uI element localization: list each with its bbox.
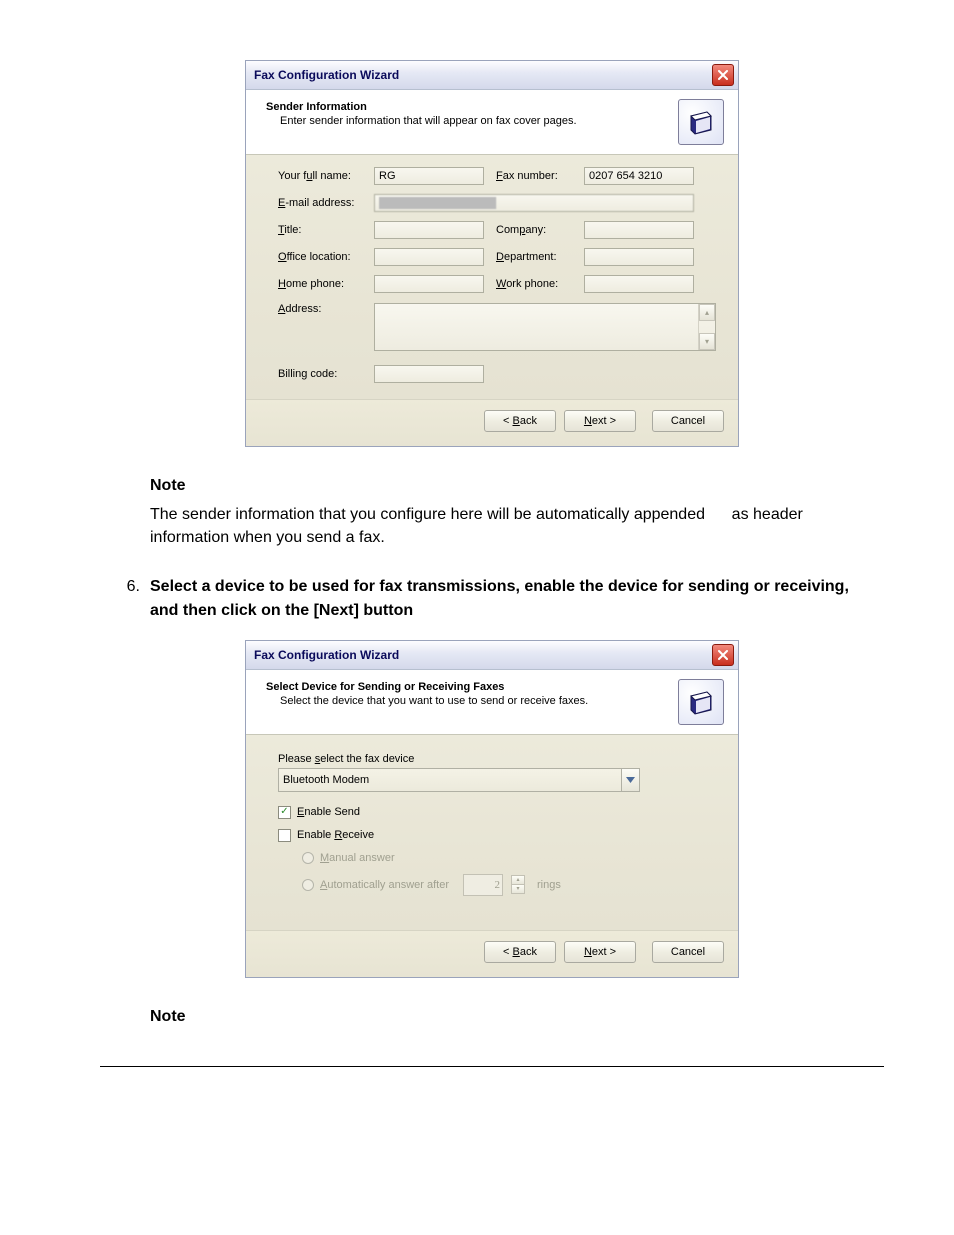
window-title: Fax Configuration Wizard <box>254 68 399 82</box>
label-work-phone: Work phone: <box>496 278 572 290</box>
manual-answer-radio-row: Manual answer <box>302 852 716 864</box>
home-phone-input[interactable] <box>374 275 484 293</box>
device-combobox-input[interactable] <box>279 769 621 791</box>
enable-send-checkbox[interactable]: ✓ <box>278 806 291 819</box>
back-button[interactable]: < Back <box>484 941 556 963</box>
work-phone-input[interactable] <box>584 275 694 293</box>
label-department: Department: <box>496 251 572 263</box>
chevron-down-icon <box>626 777 635 783</box>
note-text: The sender information that you configur… <box>150 503 864 549</box>
title-input[interactable] <box>374 221 484 239</box>
wizard-header: Select Device for Sending or Receiving F… <box>246 670 738 735</box>
header-title: Select Device for Sending or Receiving F… <box>266 681 588 693</box>
label-office: Office location: <box>278 251 362 263</box>
enable-receive-checkbox[interactable] <box>278 829 291 842</box>
label-full-name: Your full name: <box>278 170 362 182</box>
rings-label: rings <box>537 879 561 891</box>
scroll-down-icon[interactable]: ▾ <box>699 333 715 350</box>
department-input[interactable] <box>584 248 694 266</box>
footer-rule <box>100 1066 884 1067</box>
label-home-phone: Home phone: <box>278 278 362 290</box>
full-name-input[interactable] <box>374 167 484 185</box>
note-heading: Note <box>150 1008 884 1026</box>
device-combobox[interactable] <box>278 768 640 792</box>
titlebar: Fax Configuration Wizard <box>246 641 738 670</box>
spinner-up-icon: ▴ <box>512 876 524 885</box>
combobox-dropdown-button[interactable] <box>621 769 639 791</box>
fax-number-input[interactable] <box>584 167 694 185</box>
close-icon <box>718 650 728 660</box>
close-icon <box>718 70 728 80</box>
address-input[interactable] <box>375 304 698 350</box>
cancel-button[interactable]: Cancel <box>652 941 724 963</box>
company-input[interactable] <box>584 221 694 239</box>
wizard-header: Sender Information Enter sender informat… <box>246 90 738 155</box>
next-button[interactable]: Next > <box>564 941 636 963</box>
manual-answer-label: Manual answer <box>320 852 395 864</box>
rings-input <box>463 874 503 896</box>
label-billing: Billing code: <box>278 368 362 380</box>
fax-icon <box>678 99 724 145</box>
enable-send-label: Enable Send <box>297 806 360 818</box>
titlebar: Fax Configuration Wizard <box>246 61 738 90</box>
fax-wizard-sender-info: Fax Configuration Wizard Sender Informat… <box>245 60 739 447</box>
header-title: Sender Information <box>266 101 577 113</box>
label-company: Company: <box>496 224 572 236</box>
fax-wizard-select-device: Fax Configuration Wizard Select Device f… <box>245 640 739 978</box>
email-input[interactable] <box>374 194 694 212</box>
label-fax-number: Fax number: <box>496 170 572 182</box>
header-subtitle: Enter sender information that will appea… <box>280 115 577 127</box>
auto-answer-radio <box>302 879 314 891</box>
enable-receive-checkbox-row[interactable]: Enable Receive <box>278 829 716 842</box>
cancel-button[interactable]: Cancel <box>652 410 724 432</box>
billing-input[interactable] <box>374 365 484 383</box>
step-6: 6. Select a device to be used for fax tr… <box>100 575 884 621</box>
note-heading: Note <box>150 477 884 495</box>
next-button[interactable]: Next > <box>564 410 636 432</box>
header-subtitle: Select the device that you want to use t… <box>280 695 588 707</box>
manual-answer-radio <box>302 852 314 864</box>
step-number: 6. <box>100 575 150 621</box>
label-address: Address: <box>278 303 362 315</box>
fax-icon <box>678 679 724 725</box>
label-title: Title: <box>278 224 362 236</box>
address-scrollbar[interactable]: ▴ ▾ <box>698 304 715 350</box>
office-input[interactable] <box>374 248 484 266</box>
scroll-up-icon[interactable]: ▴ <box>699 304 715 321</box>
close-button[interactable] <box>712 64 734 86</box>
close-button[interactable] <box>712 644 734 666</box>
checkmark-icon: ✓ <box>280 807 288 817</box>
spinner-down-icon: ▾ <box>512 885 524 893</box>
window-title: Fax Configuration Wizard <box>254 648 399 662</box>
auto-answer-label: Automatically answer after <box>320 879 449 891</box>
enable-receive-label: Enable Receive <box>297 829 374 841</box>
auto-answer-radio-row: Automatically answer after ▴ ▾ rings <box>302 874 716 896</box>
label-email: E-mail address: <box>278 197 362 209</box>
rings-spinner: ▴ ▾ <box>511 875 525 894</box>
enable-send-checkbox-row[interactable]: ✓ Enable Send <box>278 806 716 819</box>
step-text: Select a device to be used for fax trans… <box>150 575 884 621</box>
label-select-device: Please select the fax device <box>278 753 716 765</box>
back-button[interactable]: < Back <box>484 410 556 432</box>
